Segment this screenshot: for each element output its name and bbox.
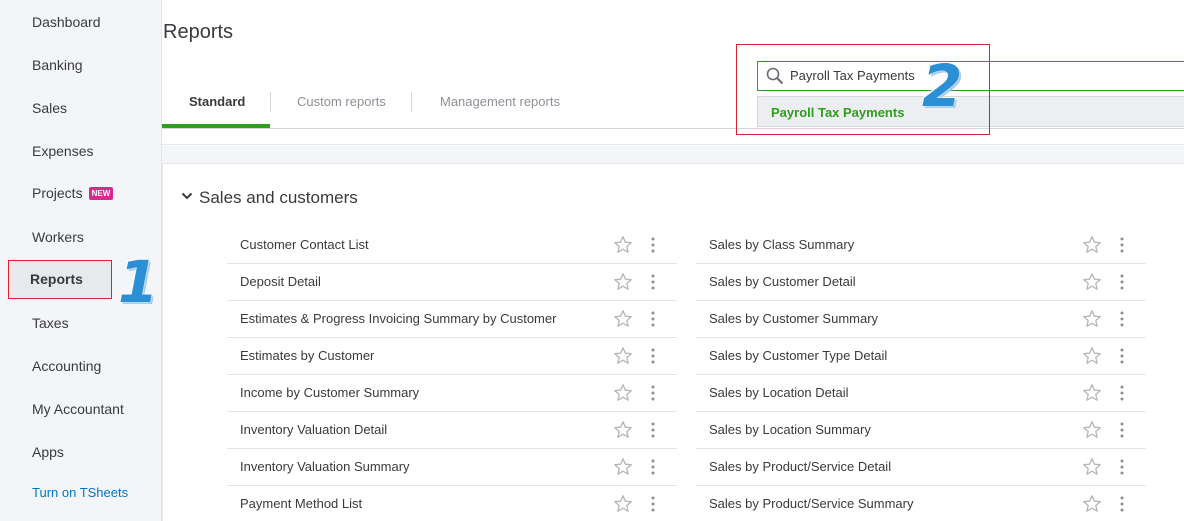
kebab-menu-icon[interactable]	[1119, 236, 1125, 254]
sidebar-item-label: Projects	[32, 185, 83, 201]
star-outline-icon[interactable]	[1082, 346, 1102, 366]
star-outline-icon[interactable]	[1082, 420, 1102, 440]
content-gap	[162, 146, 1184, 164]
tab-divider	[270, 92, 271, 112]
report-row[interactable]: Sales by Customer Detail	[696, 264, 1146, 301]
sidebar-item-turn-on-tsheets[interactable]: Turn on TSheets	[32, 485, 128, 500]
report-link[interactable]: Estimates & Progress Invoicing Summary b…	[240, 311, 556, 326]
report-link[interactable]: Sales by Customer Type Detail	[709, 348, 887, 363]
active-tab-indicator	[162, 124, 270, 128]
star-outline-icon[interactable]	[1082, 457, 1102, 477]
kebab-menu-icon[interactable]	[650, 347, 656, 365]
report-link[interactable]: Sales by Location Summary	[709, 422, 871, 437]
sidebar-item-dashboard[interactable]: Dashboard	[32, 14, 101, 30]
report-row[interactable]: Income by Customer Summary	[227, 375, 677, 412]
kebab-menu-icon[interactable]	[650, 458, 656, 476]
report-link[interactable]: Sales by Location Detail	[709, 385, 848, 400]
report-row[interactable]: Estimates by Customer	[227, 338, 677, 375]
report-row[interactable]: Sales by Customer Type Detail	[696, 338, 1146, 375]
kebab-menu-icon[interactable]	[650, 310, 656, 328]
sidebar-item-my-accountant[interactable]: My Accountant	[32, 401, 124, 417]
kebab-menu-icon[interactable]	[1119, 310, 1125, 328]
report-link[interactable]: Customer Contact List	[240, 237, 369, 252]
kebab-menu-icon[interactable]	[1119, 273, 1125, 291]
report-link[interactable]: Payment Method List	[240, 496, 362, 511]
report-link[interactable]: Sales by Product/Service Detail	[709, 459, 891, 474]
tabs-panel-strip	[162, 129, 1184, 145]
tab-custom-reports[interactable]: Custom reports	[297, 94, 386, 109]
sidebar-item-projects[interactable]: Projects NEW	[32, 185, 114, 201]
report-row[interactable]: Sales by Location Summary	[696, 412, 1146, 449]
report-link[interactable]: Income by Customer Summary	[240, 385, 419, 400]
star-outline-icon[interactable]	[613, 235, 633, 255]
report-row[interactable]: Deposit Detail	[227, 264, 677, 301]
star-outline-icon[interactable]	[1082, 494, 1102, 514]
report-row[interactable]: Inventory Valuation Detail	[227, 412, 677, 449]
tab-divider	[411, 92, 412, 112]
report-row[interactable]: Sales by Customer Summary	[696, 301, 1146, 338]
kebab-menu-icon[interactable]	[1119, 495, 1125, 513]
star-outline-icon[interactable]	[613, 457, 633, 477]
kebab-menu-icon[interactable]	[1119, 347, 1125, 365]
star-outline-icon[interactable]	[613, 346, 633, 366]
report-row[interactable]: Inventory Valuation Summary	[227, 449, 677, 486]
report-link[interactable]: Sales by Customer Detail	[709, 274, 856, 289]
sidebar-item-workers[interactable]: Workers	[32, 229, 84, 245]
report-row[interactable]: Estimates & Progress Invoicing Summary b…	[227, 301, 677, 338]
report-link[interactable]: Inventory Valuation Detail	[240, 422, 387, 437]
report-row[interactable]: Customer Contact List	[227, 227, 677, 264]
kebab-menu-icon[interactable]	[650, 273, 656, 291]
kebab-menu-icon[interactable]	[1119, 384, 1125, 402]
kebab-menu-icon[interactable]	[650, 384, 656, 402]
kebab-menu-icon[interactable]	[1119, 458, 1125, 476]
report-row[interactable]: Payment Method List	[227, 486, 677, 521]
star-outline-icon[interactable]	[1082, 235, 1102, 255]
step-1-annotation: 1	[118, 248, 159, 316]
star-outline-icon[interactable]	[613, 420, 633, 440]
report-row[interactable]: Sales by Location Detail	[696, 375, 1146, 412]
kebab-menu-icon[interactable]	[1119, 421, 1125, 439]
report-link[interactable]: Inventory Valuation Summary	[240, 459, 410, 474]
kebab-menu-icon[interactable]	[650, 495, 656, 513]
sidebar-item-reports[interactable]: Reports	[30, 271, 83, 287]
tab-management-reports[interactable]: Management reports	[440, 94, 560, 109]
star-outline-icon[interactable]	[613, 309, 633, 329]
step-2-annotation: 2	[922, 52, 963, 120]
chevron-down-icon	[181, 192, 193, 200]
sidebar-item-expenses[interactable]: Expenses	[32, 143, 93, 159]
kebab-menu-icon[interactable]	[650, 421, 656, 439]
star-outline-icon[interactable]	[1082, 309, 1102, 329]
report-link[interactable]: Sales by Product/Service Summary	[709, 496, 913, 511]
star-outline-icon[interactable]	[1082, 383, 1102, 403]
star-outline-icon[interactable]	[1082, 272, 1102, 292]
page-title: Reports	[163, 21, 234, 43]
report-link[interactable]: Deposit Detail	[240, 274, 321, 289]
report-row[interactable]: Sales by Product/Service Detail	[696, 449, 1146, 486]
report-link[interactable]: Sales by Customer Summary	[709, 311, 878, 326]
report-link[interactable]: Estimates by Customer	[240, 348, 374, 363]
sidebar-item-taxes[interactable]: Taxes	[32, 315, 69, 331]
star-outline-icon[interactable]	[613, 494, 633, 514]
sidebar-item-apps[interactable]: Apps	[32, 444, 64, 460]
section-sales-and-customers[interactable]: Sales and customers	[181, 188, 358, 208]
sidebar-item-banking[interactable]: Banking	[32, 57, 83, 73]
report-link[interactable]: Sales by Class Summary	[709, 237, 854, 252]
tab-standard[interactable]: Standard	[189, 94, 245, 109]
sidebar-item-sales[interactable]: Sales	[32, 100, 67, 116]
report-row[interactable]: Sales by Product/Service Summary	[696, 486, 1146, 521]
sidebar-item-accounting[interactable]: Accounting	[32, 358, 101, 374]
report-row[interactable]: Sales by Class Summary	[696, 227, 1146, 264]
star-outline-icon[interactable]	[613, 272, 633, 292]
kebab-menu-icon[interactable]	[650, 236, 656, 254]
section-title: Sales and customers	[199, 188, 358, 207]
star-outline-icon[interactable]	[613, 383, 633, 403]
new-badge: NEW	[88, 187, 114, 200]
